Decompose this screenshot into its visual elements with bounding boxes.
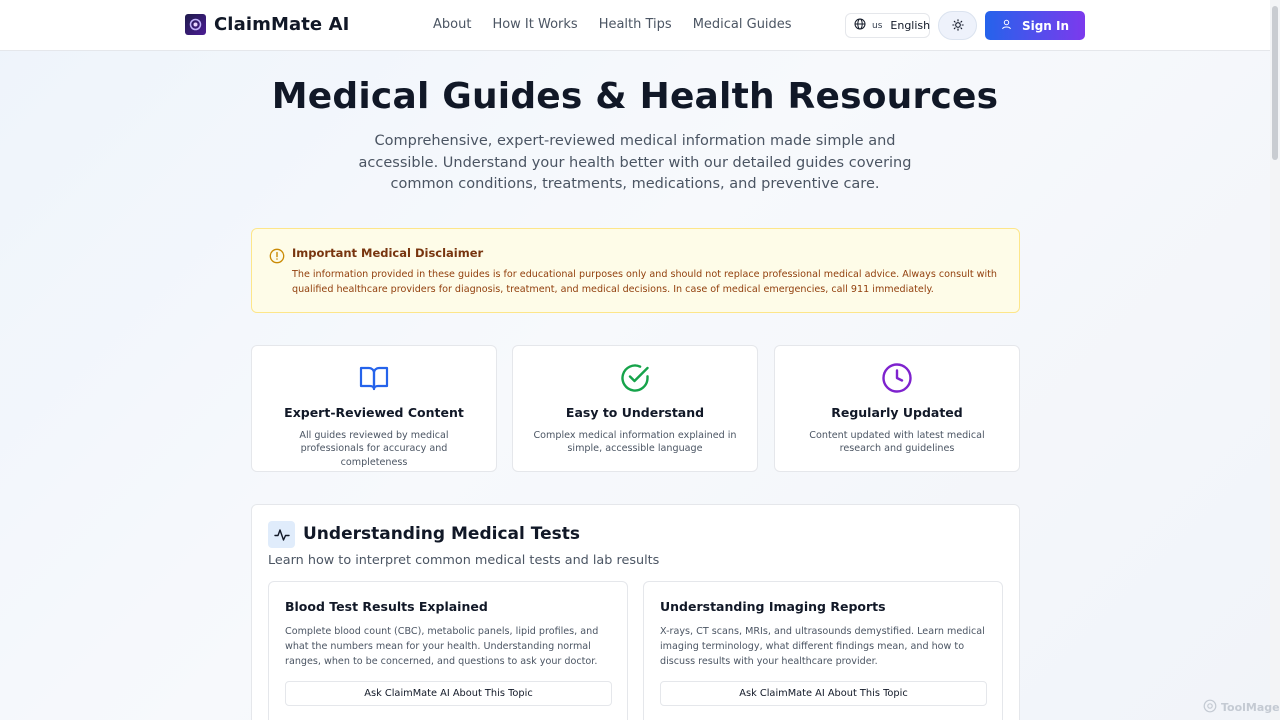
sign-in-button[interactable]: Sign In	[985, 11, 1085, 40]
feature-card-easy-to-understand: Easy to Understand Complex medical infor…	[512, 345, 758, 472]
page-subtitle: Comprehensive, expert-reviewed medical i…	[358, 133, 912, 193]
ask-claimmate-button[interactable]: Ask ClaimMate AI About This Topic	[285, 681, 612, 706]
language-selector[interactable]: us English	[845, 13, 930, 38]
clock-icon	[775, 362, 1019, 394]
medical-disclaimer: Important Medical Disclaimer The informa…	[251, 228, 1020, 313]
guide-card-title: Understanding Imaging Reports	[660, 599, 886, 614]
feature-title: Expert-Reviewed Content	[284, 405, 464, 420]
theme-toggle-button[interactable]	[938, 11, 977, 40]
feature-text: All guides reviewed by medical professio…	[299, 430, 449, 468]
guide-card-text: Complete blood count (CBC), metabolic pa…	[285, 626, 599, 668]
brand-logo-icon	[185, 14, 206, 35]
watermark: ToolMage	[1203, 699, 1280, 716]
nav-link-how-it-works[interactable]: How It Works	[492, 17, 577, 32]
watermark-text: ToolMage	[1221, 701, 1280, 714]
top-header: ClaimMate AI About How It Works Health T…	[0, 0, 1270, 51]
feature-card-expert-reviewed: Expert-Reviewed Content All guides revie…	[251, 345, 497, 472]
section-medical-tests: Understanding Medical Tests Learn how to…	[251, 504, 1020, 720]
nav-link-about[interactable]: About	[433, 17, 471, 32]
guide-card-text: X-rays, CT scans, MRIs, and ultrasounds …	[660, 626, 985, 668]
alert-circle-icon	[269, 248, 285, 268]
guide-card-blood-test: Blood Test Results Explained Complete bl…	[268, 581, 628, 720]
nav-link-health-tips[interactable]: Health Tips	[599, 17, 672, 32]
activity-icon	[268, 521, 295, 548]
nav-link-medical-guides[interactable]: Medical Guides	[693, 17, 792, 32]
feature-card-regularly-updated: Regularly Updated Content updated with l…	[774, 345, 1020, 472]
page-title: Medical Guides & Health Resources	[271, 76, 999, 117]
feature-title: Regularly Updated	[831, 405, 963, 420]
feature-title: Easy to Understand	[565, 405, 705, 420]
sign-in-label: Sign In	[1021, 18, 1070, 33]
brand-name: ClaimMate AI	[214, 14, 350, 35]
sun-icon	[951, 16, 964, 35]
section-title: Understanding Medical Tests	[303, 524, 580, 544]
check-circle-icon	[513, 362, 757, 394]
page-scrollbar[interactable]	[1270, 0, 1280, 720]
language-label: English	[890, 19, 931, 32]
guide-card-imaging: Understanding Imaging Reports X-rays, CT…	[643, 581, 1003, 720]
scrollbar-thumb[interactable]	[1272, 6, 1278, 160]
guide-card-title: Blood Test Results Explained	[285, 599, 488, 614]
language-flag: us	[872, 20, 883, 31]
section-description: Learn how to interpret common medical te…	[268, 553, 660, 568]
globe-icon	[854, 18, 866, 33]
book-icon	[252, 362, 496, 394]
disclaimer-title: Important Medical Disclaimer	[292, 246, 484, 260]
feature-text: Content updated with latest medical rese…	[809, 430, 985, 455]
brand-logo[interactable]: ClaimMate AI	[185, 14, 349, 35]
main-nav: About How It Works Health Tips Medical G…	[433, 17, 813, 32]
watermark-logo-icon	[1203, 699, 1217, 716]
disclaimer-text: The information provided in these guides…	[292, 269, 998, 295]
ask-claimmate-button[interactable]: Ask ClaimMate AI About This Topic	[660, 681, 987, 706]
user-icon	[1001, 19, 1012, 33]
feature-text: Complex medical information explained in…	[533, 430, 737, 455]
